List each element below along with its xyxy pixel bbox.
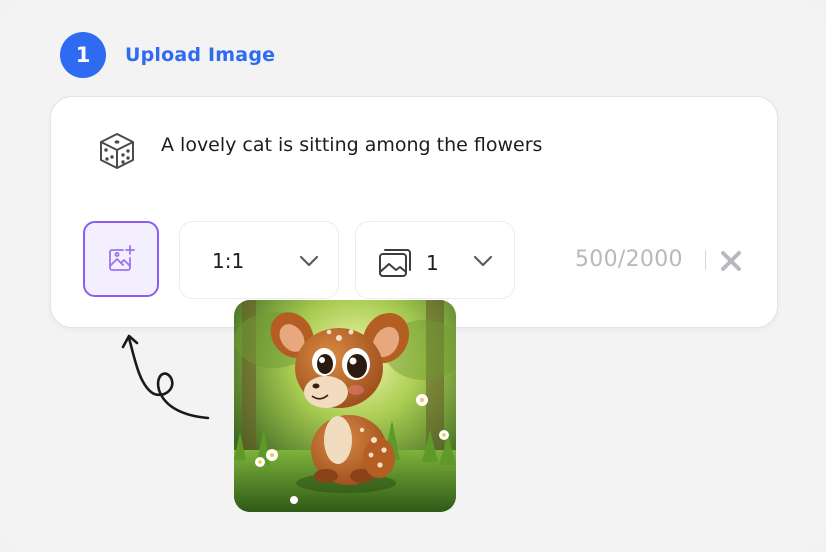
prompt-card: A lovely cat is sitting among the flower… bbox=[50, 96, 778, 328]
chevron-down-icon bbox=[473, 255, 493, 267]
image-count-value: 1 bbox=[426, 251, 439, 275]
character-counter: 500/2000 bbox=[575, 247, 683, 272]
image-count-select[interactable]: 1 bbox=[355, 221, 515, 299]
curly-arrow-icon bbox=[121, 334, 210, 420]
step-number-badge: 1 bbox=[60, 32, 106, 78]
close-icon[interactable] bbox=[718, 248, 744, 274]
aspect-ratio-value: 1:1 bbox=[212, 249, 245, 273]
prompt-text[interactable]: A lovely cat is sitting among the flower… bbox=[161, 134, 542, 156]
cartoon-fawn-image bbox=[234, 300, 456, 512]
images-stack-icon bbox=[379, 249, 411, 277]
step-title: Upload Image bbox=[125, 44, 276, 66]
chevron-down-icon bbox=[299, 255, 319, 267]
dice-icon[interactable] bbox=[97, 131, 137, 171]
upload-image-panel: 1 Upload Image A lovely cat is sitting a… bbox=[0, 0, 826, 552]
step-header: 1 Upload Image bbox=[60, 32, 275, 78]
upload-image-button[interactable] bbox=[83, 221, 159, 297]
divider bbox=[705, 250, 706, 270]
aspect-ratio-select[interactable]: 1:1 bbox=[179, 221, 339, 299]
image-add-icon bbox=[109, 245, 135, 271]
